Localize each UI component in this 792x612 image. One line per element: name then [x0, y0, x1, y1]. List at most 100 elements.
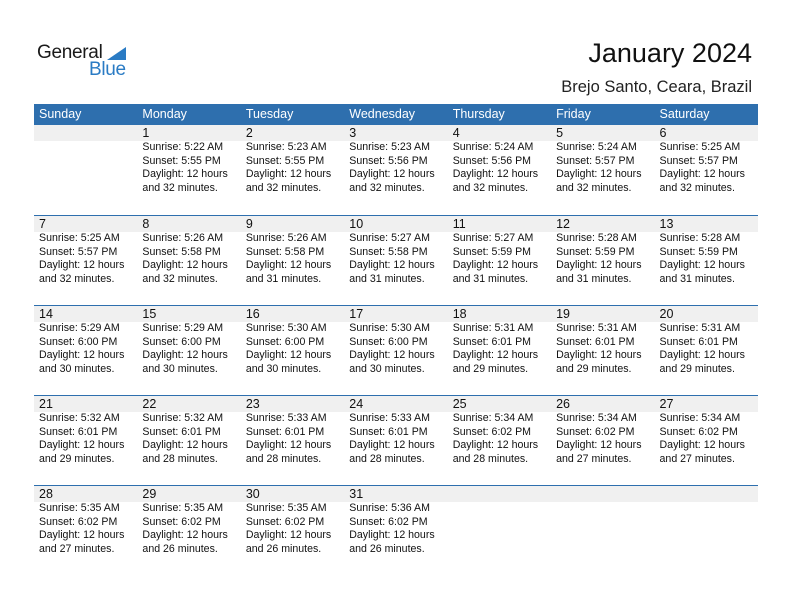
daylight-text: Daylight: 12 hours — [142, 259, 228, 271]
day-cell: 11 Sunrise: 5:27 AM Sunset: 5:59 PM Dayligh… — [448, 216, 551, 286]
logo-text-blue: Blue — [89, 59, 126, 80]
daylight-text: Daylight: 12 hours — [349, 259, 435, 271]
location-subtitle: Brejo Santo, Ceara, Brazil — [561, 78, 752, 96]
day-cell: 5 Sunrise: 5:24 AM Sunset: 5:57 PM Daylight… — [551, 125, 654, 195]
sunrise-text: Sunrise: 5:34 AM — [659, 412, 741, 424]
day-number: 17 — [349, 307, 364, 321]
sunrise-text: Sunrise: 5:33 AM — [349, 412, 430, 424]
sunset-text: Sunset: 5:55 PM — [245, 154, 325, 167]
sunset-text: Sunset: 6:01 PM — [556, 335, 635, 348]
sunset-text: Sunset: 5:59 PM — [452, 245, 532, 258]
sunrise-text: Sunrise: 5:29 AM — [142, 322, 224, 334]
sunrise-text: Sunrise: 5:28 AM — [659, 232, 741, 244]
day-number: 28 — [39, 487, 53, 501]
day-cell: 30 Sunrise: 5:35 AM Sunset: 6:02 PM Dayligh… — [241, 486, 344, 556]
day-cell: 31 Sunrise: 5:36 AM Sunset: 6:02 PM Dayligh… — [344, 486, 447, 556]
day-number: 13 — [659, 217, 674, 231]
empty-day-cell — [34, 125, 137, 195]
daylight-text: Daylight: 12 hours — [245, 259, 332, 271]
weeks-container: 1 Sunrise: 5:22 AM Sunset: 5:55 PM Daylight… — [34, 125, 758, 575]
daylight-minutes-text: and 27 minutes. — [556, 452, 632, 465]
daylight-minutes-text: and 26 minutes. — [245, 542, 322, 555]
daylight-text: Daylight: 12 hours — [452, 168, 539, 180]
sunset-text: Sunset: 6:02 PM — [659, 425, 738, 438]
weekday-monday: Monday — [142, 107, 187, 121]
day-cell: 19 Sunrise: 5:31 AM Sunset: 6:01 PM Dayligh… — [551, 306, 654, 376]
day-cell: 16 Sunrise: 5:30 AM Sunset: 6:00 PM Dayligh… — [241, 306, 344, 376]
daylight-text: Daylight: 12 hours — [452, 439, 539, 451]
sunrise-text: Sunrise: 5:33 AM — [245, 412, 327, 424]
daylight-minutes-text: and 29 minutes. — [452, 362, 529, 375]
sunrise-text: Sunrise: 5:27 AM — [349, 232, 430, 244]
day-number: 25 — [452, 397, 467, 411]
sunset-text: Sunset: 6:01 PM — [659, 335, 738, 348]
day-cell: 21 Sunrise: 5:32 AM Sunset: 6:01 PM Dayligh… — [34, 396, 137, 466]
week-row: 28 Sunrise: 5:35 AM Sunset: 6:02 PM Dayligh… — [34, 485, 758, 575]
day-number: 22 — [142, 397, 157, 411]
day-cell: 12 Sunrise: 5:28 AM Sunset: 5:59 PM Dayligh… — [551, 216, 654, 286]
day-cell: 6 Sunrise: 5:25 AM Sunset: 5:57 PM Daylight… — [655, 125, 758, 195]
day-number: 8 — [142, 217, 150, 231]
day-cell: 23 Sunrise: 5:33 AM Sunset: 6:01 PM Dayligh… — [241, 396, 344, 466]
day-number: 30 — [245, 487, 260, 501]
sunset-text: Sunset: 5:59 PM — [659, 245, 738, 258]
day-cell: 15 Sunrise: 5:29 AM Sunset: 6:00 PM Dayligh… — [137, 306, 240, 376]
sunrise-text: Sunrise: 5:24 AM — [556, 141, 637, 153]
daylight-minutes-text: and 30 minutes. — [245, 362, 322, 375]
sunrise-text: Sunrise: 5:35 AM — [245, 502, 327, 514]
sunset-text: Sunset: 5:58 PM — [349, 245, 428, 258]
daylight-minutes-text: and 32 minutes. — [556, 181, 632, 194]
daylight-text: Daylight: 12 hours — [659, 349, 745, 361]
sunset-text: Sunset: 6:00 PM — [142, 335, 221, 348]
day-cell: 14 Sunrise: 5:29 AM Sunset: 6:00 PM Dayligh… — [34, 306, 137, 376]
sunset-text: Sunset: 5:56 PM — [349, 154, 428, 167]
sunset-text: Sunset: 6:01 PM — [142, 425, 221, 438]
sunrise-text: Sunrise: 5:32 AM — [142, 412, 224, 424]
daylight-minutes-text: and 32 minutes. — [452, 181, 529, 194]
day-number: 31 — [349, 487, 364, 501]
sunrise-text: Sunrise: 5:28 AM — [556, 232, 637, 244]
week-days: 28 Sunrise: 5:35 AM Sunset: 6:02 PM Dayligh… — [34, 486, 758, 556]
daylight-minutes-text: and 31 minutes. — [245, 272, 322, 285]
sunset-text: Sunset: 6:00 PM — [39, 335, 118, 348]
week-row: 1 Sunrise: 5:22 AM Sunset: 5:55 PM Daylight… — [34, 125, 758, 215]
day-number: 4 — [452, 126, 460, 140]
daylight-text: Daylight: 12 hours — [142, 349, 228, 361]
sunset-text: Sunset: 5:57 PM — [39, 245, 118, 258]
sunset-text: Sunset: 6:01 PM — [349, 425, 428, 438]
sunset-text: Sunset: 5:58 PM — [142, 245, 221, 258]
daylight-minutes-text: and 26 minutes. — [349, 542, 425, 555]
sunrise-text: Sunrise: 5:25 AM — [39, 232, 120, 244]
day-cell: 2 Sunrise: 5:23 AM Sunset: 5:55 PM Daylight… — [241, 125, 344, 195]
sunrise-text: Sunrise: 5:35 AM — [39, 502, 120, 514]
day-cell: 10 Sunrise: 5:27 AM Sunset: 5:58 PM Dayligh… — [344, 216, 447, 286]
sunset-text: Sunset: 5:57 PM — [556, 154, 635, 167]
day-number: 9 — [245, 217, 253, 231]
daylight-text: Daylight: 12 hours — [142, 529, 228, 541]
day-number: 11 — [452, 217, 466, 231]
sunrise-text: Sunrise: 5:30 AM — [349, 322, 430, 334]
sunset-text: Sunset: 6:01 PM — [452, 335, 532, 348]
sunrise-text: Sunrise: 5:26 AM — [245, 232, 327, 244]
weekday-header: Sunday Monday Tuesday Wednesday Thursday… — [34, 104, 758, 125]
sunset-text: Sunset: 6:02 PM — [556, 425, 635, 438]
daylight-minutes-text: and 31 minutes. — [556, 272, 632, 285]
page-title: January 2024 — [588, 38, 752, 68]
daylight-text: Daylight: 12 hours — [452, 349, 539, 361]
sunset-text: Sunset: 6:02 PM — [142, 515, 221, 528]
day-number: 2 — [245, 126, 253, 140]
daylight-text: Daylight: 12 hours — [39, 349, 125, 361]
week-row: 14 Sunrise: 5:29 AM Sunset: 6:00 PM Dayligh… — [34, 305, 758, 395]
daylight-text: Daylight: 12 hours — [349, 529, 435, 541]
daylight-text: Daylight: 12 hours — [39, 529, 125, 541]
day-number: 3 — [349, 126, 357, 140]
daylight-text: Daylight: 12 hours — [659, 259, 745, 271]
sunrise-text: Sunrise: 5:22 AM — [142, 141, 224, 153]
day-number: 14 — [39, 307, 53, 321]
sunset-text: Sunset: 5:55 PM — [142, 154, 221, 167]
daylight-minutes-text: and 32 minutes. — [659, 181, 735, 194]
sunrise-text: Sunrise: 5:31 AM — [452, 322, 534, 334]
day-cell: 29 Sunrise: 5:35 AM Sunset: 6:02 PM Dayligh… — [137, 486, 240, 556]
daylight-minutes-text: and 30 minutes. — [142, 362, 218, 375]
sunset-text: Sunset: 6:00 PM — [349, 335, 428, 348]
